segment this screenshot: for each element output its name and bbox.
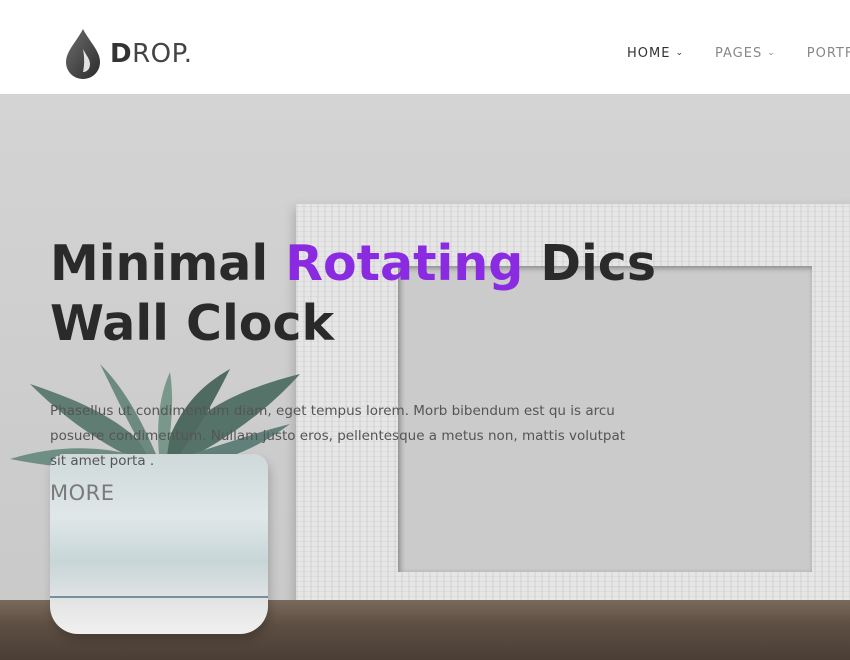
pot-stripe: [50, 596, 268, 598]
site-header: DROP. HOME ⌄ PAGES ⌄ PORTFO: [0, 0, 850, 95]
hero-description: Phasellus ut condimentum diam, eget temp…: [50, 403, 626, 469]
main-nav: HOME ⌄ PAGES ⌄ PORTFO: [627, 46, 850, 61]
drop-icon: [64, 27, 102, 81]
nav-item-label: HOME: [627, 46, 671, 61]
brand-name-bold: D: [110, 39, 133, 69]
nav-item-portfolio[interactable]: PORTFO: [807, 46, 850, 61]
brand-name: DROP.: [110, 41, 193, 67]
nav-item-pages[interactable]: PAGES ⌄: [715, 46, 776, 61]
nav-item-label: PAGES: [715, 46, 763, 61]
nav-item-home[interactable]: HOME ⌄: [627, 46, 684, 61]
brand-name-rest: ROP.: [132, 39, 193, 69]
hero-title-accent: Rotating: [285, 235, 524, 292]
hero-title-part1: Minimal: [50, 235, 286, 292]
chevron-down-icon: ⌄: [767, 47, 776, 58]
more-button[interactable]: MORE: [50, 481, 115, 505]
chevron-down-icon: ⌄: [675, 47, 684, 58]
nav-item-label: PORTFO: [806, 46, 850, 61]
hero-title: Minimal Rotating Dics Wall Clock: [50, 234, 770, 354]
brand-logo[interactable]: DROP.: [64, 27, 193, 81]
hero-banner: [0, 94, 850, 660]
